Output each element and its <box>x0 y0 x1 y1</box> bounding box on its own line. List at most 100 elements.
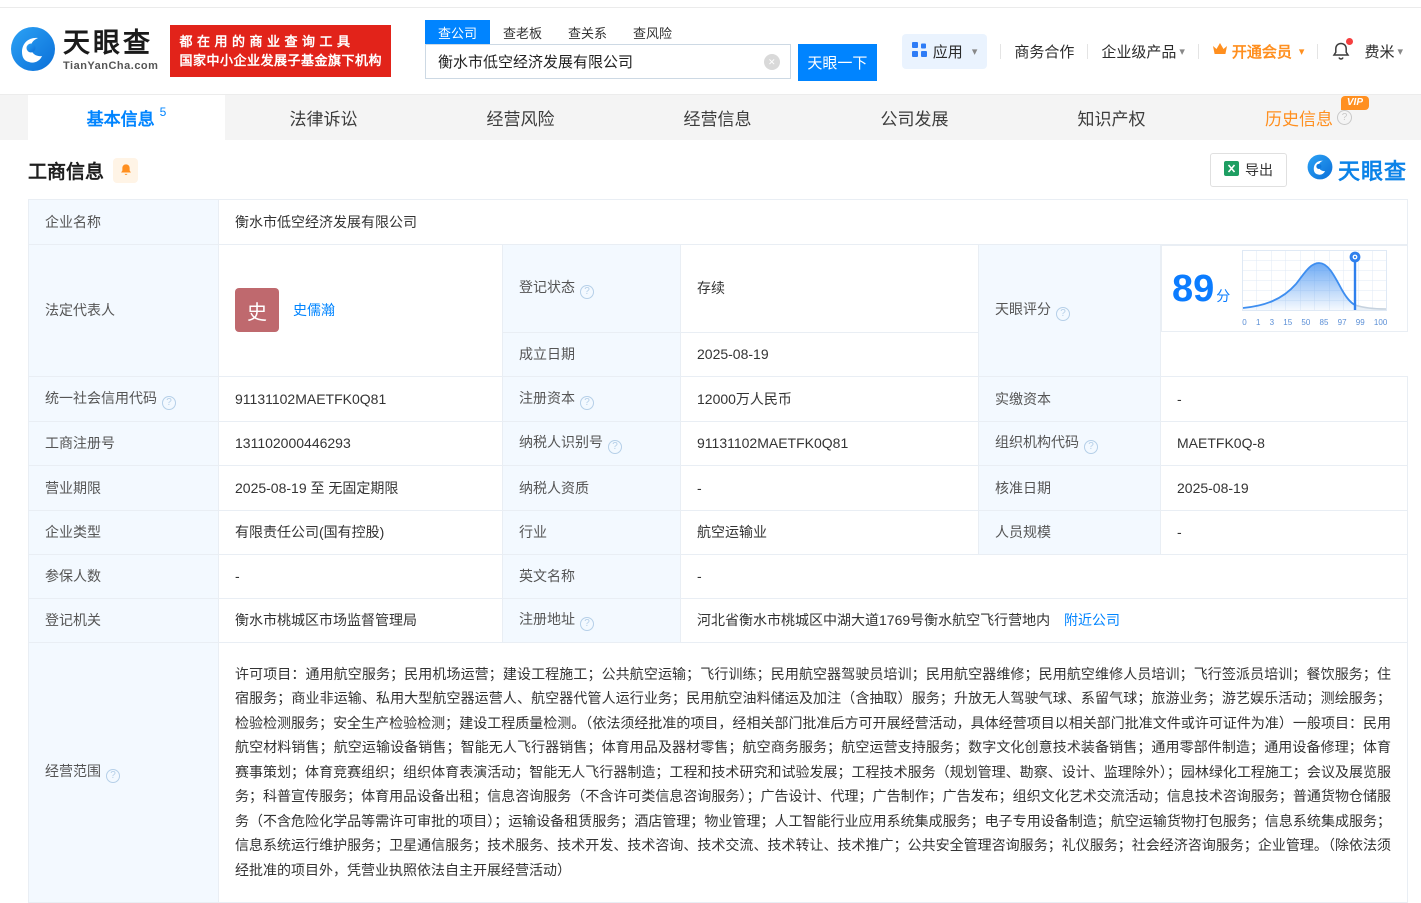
top-divider <box>0 0 1421 8</box>
help-icon[interactable] <box>580 617 594 631</box>
company-name-label: 企业名称 <box>28 199 219 245</box>
apps-grid-icon <box>911 41 927 61</box>
taxpayer-id-label: 纳税人识别号 <box>502 420 681 466</box>
org-code-value: MAETFK0Q-8 <box>1160 420 1408 466</box>
business-scope-label: 经营范围 <box>28 641 219 903</box>
nav-cooperation[interactable]: 商务合作 <box>1014 41 1074 62</box>
staff-size-value: - <box>1160 509 1408 555</box>
legal-rep-cell: 史 史儒瀚 <box>218 244 503 377</box>
taxpayer-qual-value: - <box>680 464 979 511</box>
nav-separator <box>1317 43 1319 59</box>
insured-count-value: - <box>218 553 503 599</box>
reg-capital-label: 注册资本 <box>502 375 681 422</box>
reg-status-value: 存续 <box>680 244 979 333</box>
search-button[interactable]: 天眼一下 <box>797 44 877 81</box>
tab-history-info[interactable]: VIP 历史信息 <box>1210 95 1407 140</box>
legal-rep-name-link[interactable]: 史儒瀚 <box>293 300 335 320</box>
business-term-value: 2025-08-19 至 无固定期限 <box>218 464 503 511</box>
industry-value: 航空运输业 <box>680 509 979 555</box>
reg-authority-value: 衡水市桃城区市场监督管理局 <box>218 597 503 643</box>
section-header: 工商信息 导出 天眼查 <box>0 140 1421 199</box>
table-row: 企业类型 有限责任公司(国有控股) 行业 航空运输业 人员规模 - <box>28 509 1408 555</box>
est-date-label: 成立日期 <box>502 331 681 377</box>
english-name-value: - <box>680 553 1408 599</box>
reg-capital-value: 12000万人民币 <box>680 375 979 422</box>
tab-legal-proceedings[interactable]: 法律诉讼 <box>225 95 422 140</box>
reg-address-value: 河北省衡水市桃城区中湖大道1769号衡水航空飞行营地内 附近公司 <box>680 597 1408 643</box>
help-icon[interactable] <box>1056 307 1070 322</box>
help-icon[interactable] <box>1337 110 1352 125</box>
help-icon[interactable] <box>162 395 176 410</box>
search-tab-risk[interactable]: 查风险 <box>620 20 685 45</box>
brand-slogan: 都在用的商业查询工具 国家中小企业发展子基金旗下机构 <box>170 25 391 77</box>
tab-operating-risk[interactable]: 经营风险 <box>422 95 619 140</box>
nav-separator <box>1197 43 1199 59</box>
help-icon[interactable] <box>1084 440 1098 454</box>
monitor-bell-icon[interactable] <box>113 157 139 183</box>
table-row: 统一社会信用代码 91131102MAETFK0Q81 注册资本 12000万人… <box>28 375 1408 422</box>
approval-date-value: 2025-08-19 <box>1160 464 1408 511</box>
slogan-line2: 国家中小企业发展子基金旗下机构 <box>179 53 382 68</box>
tab-company-development[interactable]: 公司发展 <box>816 95 1013 140</box>
help-icon[interactable] <box>580 395 594 410</box>
tab-intellectual-property[interactable]: 知识产权 <box>1013 95 1210 140</box>
tab-operating-info[interactable]: 经营信息 <box>619 95 816 140</box>
excel-icon <box>1223 161 1239 179</box>
notifications-bell-icon[interactable] <box>1331 38 1354 61</box>
search-input[interactable] <box>425 45 790 78</box>
logo-text: 天眼查 <box>63 28 153 58</box>
reg-authority-label: 登记机关 <box>28 597 219 643</box>
nav-enterprise-products[interactable]: 企业级产品 <box>1101 41 1185 62</box>
nav-open-vip[interactable]: 开通会员 <box>1212 41 1305 62</box>
section-title: 工商信息 <box>28 161 105 183</box>
vip-crown-icon <box>1212 42 1228 60</box>
tianyancha-logo[interactable]: 天眼查 TianYanCha.com <box>10 26 158 77</box>
vip-badge: VIP <box>1340 96 1369 110</box>
search-tab-company[interactable]: 查公司 <box>424 20 490 45</box>
apps-menu[interactable]: 应用 <box>901 33 988 69</box>
search-area: 查公司 查老板 查关系 查风险 天眼一下 <box>424 20 877 81</box>
score-label: 天眼评分 <box>978 244 1161 377</box>
table-row: 参保人数 - 英文名称 - <box>28 553 1408 599</box>
table-row: 营业期限 2025-08-19 至 无固定期限 纳税人资质 - 核准日期 202… <box>28 464 1408 511</box>
company-name-value: 衡水市低空经济发展有限公司 <box>218 199 1408 245</box>
score-cell: 89 分 0 1 3 15 50 85 97 99 100 <box>1161 245 1408 332</box>
slogan-line1: 都在用的商业查询工具 <box>179 34 355 49</box>
est-date-value: 2025-08-19 <box>680 331 979 377</box>
legal-rep-avatar[interactable]: 史 <box>235 288 279 333</box>
logo-domain: TianYanCha.com <box>63 60 159 72</box>
approval-date-label: 核准日期 <box>978 464 1161 511</box>
user-menu[interactable]: 费米 <box>1364 41 1403 62</box>
score-value: 89 <box>1172 267 1215 310</box>
reg-number-label: 工商注册号 <box>28 420 219 466</box>
help-icon[interactable] <box>608 440 622 454</box>
taxpayer-qual-label: 纳税人资质 <box>502 464 681 511</box>
table-row: 法定代表人 史 史儒瀚 登记状态 存续 天眼评分 89 分 <box>28 244 1408 377</box>
search-type-tabs: 查公司 查老板 查关系 查风险 <box>424 20 877 45</box>
nav-separator <box>1087 43 1089 59</box>
tab-count-badge: 5 <box>159 104 167 119</box>
reg-address-label: 注册地址 <box>502 597 681 643</box>
help-icon[interactable] <box>580 285 594 300</box>
nav-separator <box>1000 43 1002 59</box>
top-nav: 应用 商务合作 企业级产品 开通会员 费米 <box>901 33 1403 69</box>
company-type-label: 企业类型 <box>28 509 219 555</box>
insured-count-label: 参保人数 <box>28 553 219 599</box>
nearby-companies-link[interactable]: 附近公司 <box>1064 612 1120 628</box>
clear-search-icon[interactable] <box>763 54 780 70</box>
legal-rep-label: 法定代表人 <box>28 244 219 377</box>
tab-basic-info[interactable]: 基本信息 5 <box>28 95 225 140</box>
paid-capital-label: 实缴资本 <box>978 375 1161 422</box>
business-term-label: 营业期限 <box>28 464 219 511</box>
tianyancha-swirl-icon <box>10 26 56 77</box>
company-type-value: 有限责任公司(国有控股) <box>218 509 503 555</box>
score-unit: 分 <box>1216 287 1231 304</box>
table-row: 登记机关 衡水市桃城区市场监督管理局 注册地址 河北省衡水市桃城区中湖大道176… <box>28 597 1408 643</box>
search-tab-boss[interactable]: 查老板 <box>490 20 555 45</box>
search-tab-relation[interactable]: 查关系 <box>555 20 620 45</box>
site-header: 天眼查 TianYanCha.com 都在用的商业查询工具 国家中小企业发展子基… <box>0 8 1421 94</box>
tianyancha-swirl-icon <box>1307 154 1333 186</box>
help-icon[interactable] <box>106 769 120 783</box>
export-button[interactable]: 导出 <box>1209 153 1287 187</box>
reg-number-value: 131102000446293 <box>218 420 503 466</box>
